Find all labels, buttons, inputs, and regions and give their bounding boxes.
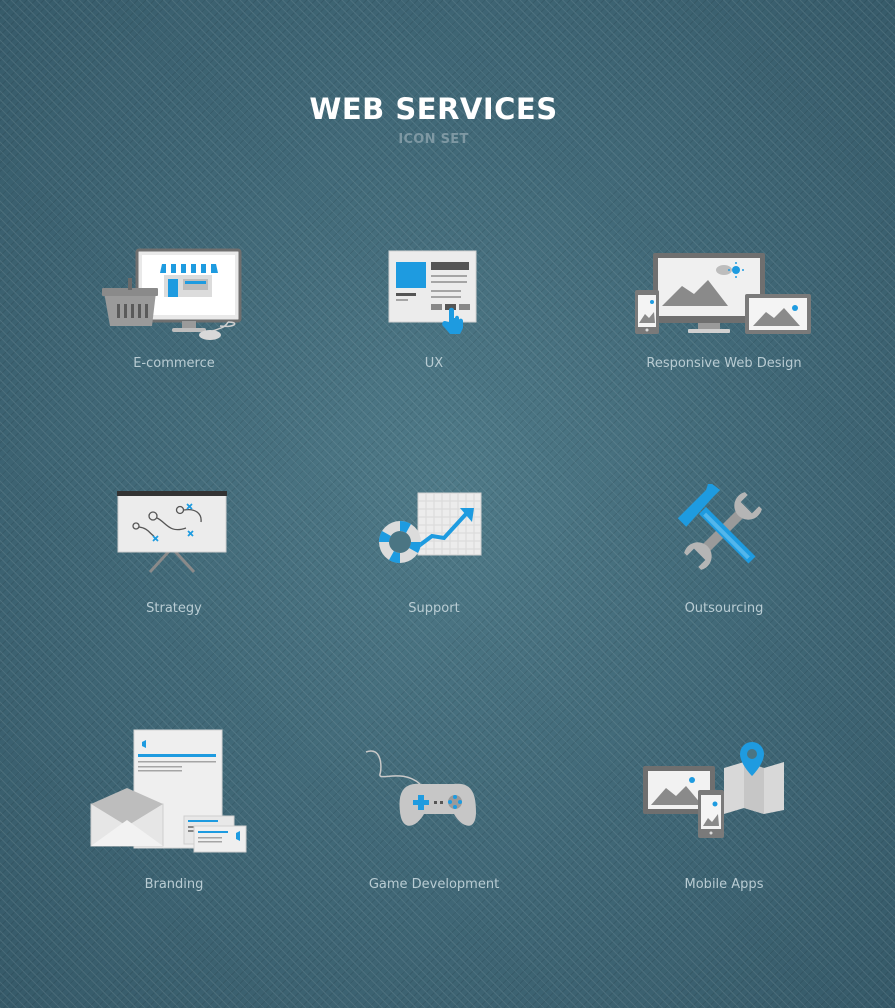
- label-strategy: Strategy: [146, 601, 202, 616]
- support-icon: [378, 492, 482, 564]
- page-subtitle: ICON SET: [398, 132, 469, 147]
- branding-icon: [90, 729, 247, 853]
- strategy-icon: [117, 491, 227, 574]
- ecommerce-icon: [102, 248, 242, 340]
- label-game-development: Game Development: [368, 877, 500, 892]
- page-title: WEB SERVICES: [309, 92, 558, 126]
- label-ux: UX: [424, 356, 444, 371]
- ux-icon: [388, 250, 477, 334]
- outsourcing-icon: [678, 484, 762, 570]
- label-ecommerce: E-commerce: [133, 356, 215, 371]
- label-support: Support: [408, 601, 460, 616]
- mobile-apps-icon: [643, 742, 784, 838]
- label-responsive-web-design: Responsive Web Design: [646, 356, 802, 371]
- label-outsourcing: Outsourcing: [684, 601, 764, 616]
- responsive-design-icon: [635, 253, 811, 334]
- label-branding: Branding: [144, 877, 204, 892]
- label-mobile-apps: Mobile Apps: [684, 877, 764, 892]
- game-development-icon: [365, 750, 476, 826]
